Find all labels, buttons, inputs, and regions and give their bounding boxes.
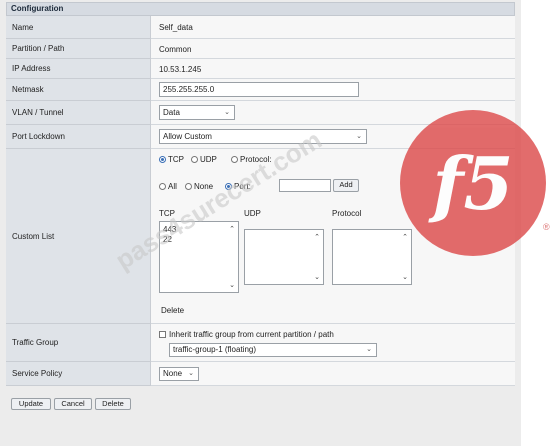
netmask-label: Netmask bbox=[6, 79, 151, 101]
scroll-down-icon[interactable]: ⌄ bbox=[229, 281, 235, 289]
vlan-select[interactable]: Data ⌄ bbox=[159, 105, 235, 120]
inherit-traffic-group-checkbox[interactable]: Inherit traffic group from current parti… bbox=[159, 330, 334, 339]
scroll-down-icon[interactable]: ⌄ bbox=[314, 273, 320, 281]
radio-udp[interactable]: UDP bbox=[191, 155, 217, 164]
tcp-column-header: TCP bbox=[159, 209, 175, 218]
name-value: Self_data bbox=[159, 23, 193, 32]
chevron-down-icon: ⌄ bbox=[356, 133, 362, 140]
partition-value: Common bbox=[159, 45, 192, 54]
radio-udp-control[interactable] bbox=[191, 156, 198, 163]
netmask-input[interactable]: 255.255.255.0 bbox=[159, 82, 359, 97]
panel-title: Configuration bbox=[6, 2, 515, 16]
port-input[interactable] bbox=[279, 179, 331, 192]
ip-address-label: IP Address bbox=[6, 59, 151, 79]
list-item[interactable]: 22 bbox=[163, 235, 176, 245]
row-ip-address: IP Address 10.53.1.245 bbox=[6, 59, 515, 79]
scroll-up-icon[interactable]: ⌃ bbox=[314, 233, 320, 241]
delete-link[interactable]: Delete bbox=[161, 306, 184, 315]
scroll-down-icon[interactable]: ⌄ bbox=[402, 273, 408, 281]
row-partition: Partition / Path Common bbox=[6, 39, 515, 59]
service-policy-label: Service Policy bbox=[6, 362, 151, 386]
radio-port-custom-control[interactable] bbox=[225, 183, 232, 190]
list-item[interactable]: 443 bbox=[163, 225, 176, 235]
port-lockdown-select[interactable]: Allow Custom ⌄ bbox=[159, 129, 367, 144]
tcp-listbox[interactable]: 443 22 ⌃ ⌄ bbox=[159, 221, 239, 293]
add-button[interactable]: Add bbox=[333, 179, 359, 192]
cancel-button[interactable]: Cancel bbox=[54, 398, 92, 410]
chevron-down-icon: ⌄ bbox=[224, 109, 230, 116]
row-traffic-group: Traffic Group Inherit traffic group from… bbox=[6, 324, 515, 362]
ip-address-value: 10.53.1.245 bbox=[159, 65, 202, 74]
radio-port-all[interactable]: All bbox=[159, 182, 177, 191]
update-button[interactable]: Update bbox=[11, 398, 51, 410]
radio-port-all-control[interactable] bbox=[159, 183, 166, 190]
radio-protocol[interactable]: Protocol: bbox=[231, 155, 272, 164]
udp-listbox[interactable]: ⌃ ⌄ bbox=[244, 229, 324, 285]
row-service-policy: Service Policy None ⌄ bbox=[6, 362, 515, 386]
scroll-up-icon[interactable]: ⌃ bbox=[402, 233, 408, 241]
radio-tcp[interactable]: TCP bbox=[159, 155, 184, 164]
delete-button[interactable]: Delete bbox=[95, 398, 131, 410]
radio-port-none-control[interactable] bbox=[185, 183, 192, 190]
vlan-label: VLAN / Tunnel bbox=[6, 101, 151, 125]
row-name: Name Self_data bbox=[6, 16, 515, 39]
traffic-group-label: Traffic Group bbox=[6, 324, 151, 362]
udp-column-header: UDP bbox=[244, 209, 261, 218]
scroll-up-icon[interactable]: ⌃ bbox=[229, 225, 235, 233]
partition-label: Partition / Path bbox=[6, 39, 151, 59]
traffic-group-select[interactable]: traffic-group-1 (floating) ⌄ bbox=[169, 343, 377, 357]
chevron-down-icon: ⌄ bbox=[188, 370, 194, 377]
radio-protocol-control[interactable] bbox=[231, 156, 238, 163]
radio-port-none[interactable]: None bbox=[185, 182, 213, 191]
registered-mark: ® bbox=[543, 222, 550, 232]
row-netmask: Netmask 255.255.255.0 bbox=[6, 79, 515, 101]
chevron-down-icon: ⌄ bbox=[366, 346, 372, 353]
protocol-column-header: Protocol bbox=[332, 209, 362, 218]
port-lockdown-label: Port Lockdown bbox=[6, 125, 151, 149]
custom-list-label: Custom List bbox=[6, 149, 151, 324]
service-policy-select[interactable]: None ⌄ bbox=[159, 367, 199, 381]
name-label: Name bbox=[6, 16, 151, 39]
radio-tcp-control[interactable] bbox=[159, 156, 166, 163]
radio-port-custom[interactable]: Port: bbox=[225, 182, 251, 191]
inherit-checkbox-control[interactable] bbox=[159, 331, 166, 338]
protocol-listbox[interactable]: ⌃ ⌄ bbox=[332, 229, 412, 285]
f5-logo: f5 bbox=[400, 110, 546, 256]
